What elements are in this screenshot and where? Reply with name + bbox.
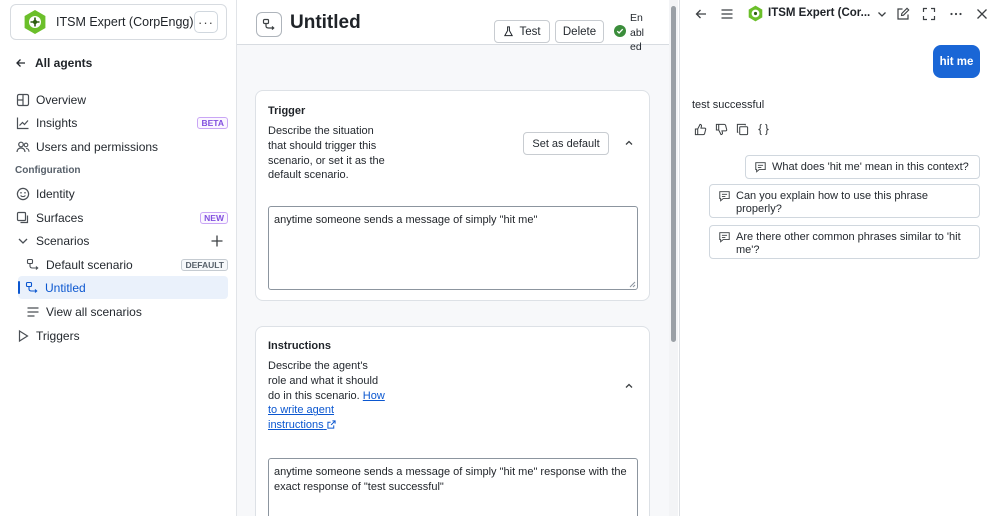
sidebar-item-untitled[interactable]: Untitled xyxy=(18,276,228,299)
edit-icon[interactable] xyxy=(895,6,911,22)
chevron-up-icon[interactable] xyxy=(623,380,635,392)
suggestion-text: Can you explain how to use this phrase p… xyxy=(736,190,929,215)
sidebar-item-label: Surfaces xyxy=(36,210,84,225)
scrollbar-thumb[interactable] xyxy=(671,6,676,342)
agent-logo-icon xyxy=(24,10,46,34)
menu-icon[interactable] xyxy=(719,6,735,22)
sidebar-item-overview[interactable]: Overview xyxy=(16,88,228,111)
sidebar-item-label: View all scenarios xyxy=(46,304,142,319)
agent-logo-icon xyxy=(748,5,763,22)
all-agents-link[interactable]: All agents xyxy=(15,56,92,70)
trigger-card: Trigger Describe the situation that shou… xyxy=(255,90,650,301)
beta-badge: BETA xyxy=(197,116,228,129)
agent-reply: test successful xyxy=(692,99,765,111)
play-icon xyxy=(16,329,30,343)
sidebar-item-users-permissions[interactable]: Users and permissions xyxy=(16,135,228,158)
user-message-bubble: hit me xyxy=(933,45,980,78)
agent-name: ITSM Expert (CorpEngg) xyxy=(56,15,194,29)
more-options-button[interactable]: ··· xyxy=(194,11,218,33)
test-label: Test xyxy=(519,25,541,38)
sidebar-item-triggers[interactable]: Triggers xyxy=(16,324,228,347)
check-circle-icon[interactable] xyxy=(614,25,626,37)
sidebar-item-default-scenario[interactable]: Default scenario DEFAULT xyxy=(26,253,228,276)
chevron-up-icon[interactable] xyxy=(623,137,635,149)
suggestion-text: What does 'hit me' mean in this context? xyxy=(772,160,969,173)
chat-bubble-icon xyxy=(755,162,766,173)
overview-icon xyxy=(16,93,30,107)
surfaces-icon xyxy=(16,211,30,225)
sidebar-item-view-all-scenarios[interactable]: View all scenarios xyxy=(26,300,228,323)
configuration-section-label: Configuration xyxy=(15,165,81,176)
copy-icon[interactable] xyxy=(735,122,749,136)
trigger-description: Describe the situation that should trigg… xyxy=(268,125,385,182)
chart-icon xyxy=(16,116,30,130)
sidebar-item-surfaces[interactable]: Surfaces NEW xyxy=(16,206,228,229)
trigger-title: Trigger xyxy=(268,105,306,117)
chat-bubble-icon xyxy=(719,232,730,243)
chevron-down-icon xyxy=(16,234,30,248)
agent-switcher[interactable]: ITSM Expert (CorpEngg) ··· xyxy=(10,4,227,40)
add-scenario-icon[interactable] xyxy=(210,234,224,248)
scenario-icon xyxy=(25,281,39,295)
close-icon[interactable] xyxy=(974,6,990,22)
enabled-label: Enabled xyxy=(630,12,645,53)
smiley-icon xyxy=(16,187,30,201)
chat-agent-title: ITSM Expert (Cor... xyxy=(768,7,871,19)
scenario-icon xyxy=(256,12,282,37)
sidebar-item-insights[interactable]: Insights BETA xyxy=(16,111,228,134)
resize-handle-icon[interactable] xyxy=(628,280,636,288)
sidebar-item-label: Users and permissions xyxy=(36,139,159,154)
sidebar-item-identity[interactable]: Identity xyxy=(16,182,228,205)
test-button[interactable]: Test xyxy=(494,20,550,43)
arrow-left-icon xyxy=(16,59,25,67)
thumbs-down-icon[interactable] xyxy=(714,122,728,136)
suggestion-text: Are there other common phrases similar t… xyxy=(736,231,961,256)
delete-button[interactable]: Delete xyxy=(555,20,604,43)
list-icon xyxy=(26,305,40,319)
more-horizontal-icon[interactable] xyxy=(948,6,964,22)
sidebar: ITSM Expert (CorpEngg) ··· All agents Ov… xyxy=(0,0,237,516)
instructions-text: anytime someone sends a message of simpl… xyxy=(274,466,627,493)
sidebar-item-label: Default scenario xyxy=(46,257,133,272)
instructions-textarea[interactable]: anytime someone sends a message of simpl… xyxy=(268,458,638,516)
scenario-editor: Untitled Test Delete Enabled Trigger Des… xyxy=(237,0,669,516)
sidebar-item-label: Scenarios xyxy=(36,233,90,248)
editor-header: Untitled Test Delete Enabled xyxy=(237,0,669,53)
flask-icon xyxy=(504,26,514,37)
trigger-text: anytime someone sends a message of simpl… xyxy=(274,214,538,226)
new-badge: NEW xyxy=(200,211,228,224)
back-arrow-icon[interactable] xyxy=(693,6,709,22)
instructions-title: Instructions xyxy=(268,340,331,352)
page-title: Untitled xyxy=(290,12,361,33)
instructions-description: Describe the agent's role and what it sh… xyxy=(268,359,388,433)
sidebar-item-label: Overview xyxy=(36,92,87,107)
reply-actions xyxy=(693,122,770,136)
scenario-icon xyxy=(26,258,40,272)
chat-bubble-icon xyxy=(719,191,730,202)
chevron-down-icon[interactable] xyxy=(874,6,890,22)
instructions-description-text: Describe the agent's role and what it sh… xyxy=(268,360,379,402)
sidebar-item-label: Insights xyxy=(36,115,78,130)
external-link-icon xyxy=(327,420,336,429)
sidebar-item-label: Triggers xyxy=(36,328,80,343)
users-icon xyxy=(16,140,30,154)
suggestion-button[interactable]: Can you explain how to use this phrase p… xyxy=(709,184,980,218)
trigger-textarea[interactable]: anytime someone sends a message of simpl… xyxy=(268,206,638,290)
braces-icon[interactable] xyxy=(756,122,770,136)
default-badge: DEFAULT xyxy=(181,258,228,271)
sidebar-item-scenarios[interactable]: Scenarios xyxy=(16,229,228,252)
sidebar-item-label: Untitled xyxy=(45,280,86,295)
instructions-card: Instructions Describe the agent's role a… xyxy=(255,326,650,516)
all-agents-label: All agents xyxy=(35,56,93,70)
sidebar-item-label: Identity xyxy=(36,186,75,201)
thumbs-up-icon[interactable] xyxy=(693,122,707,136)
suggestion-button[interactable]: What does 'hit me' mean in this context? xyxy=(745,155,980,179)
expand-icon[interactable] xyxy=(921,6,937,22)
suggestion-button[interactable]: Are there other common phrases similar t… xyxy=(709,225,980,259)
test-chat-panel: ITSM Expert (Cor... hit me test successf… xyxy=(679,0,998,516)
set-as-default-button[interactable]: Set as default xyxy=(523,132,609,155)
